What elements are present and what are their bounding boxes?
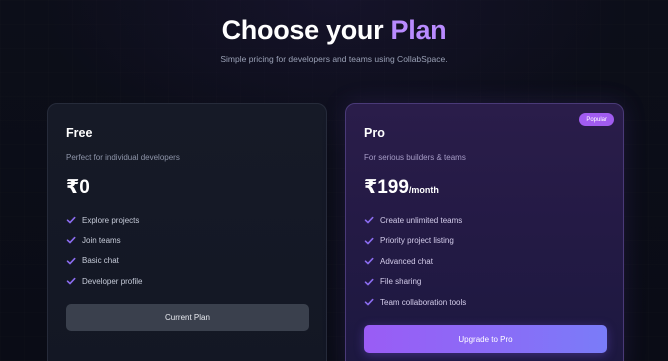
feature-item: Basic chat — [66, 255, 142, 267]
plan-price: ₹199/month — [364, 176, 439, 199]
check-icon — [66, 215, 78, 225]
price-amount: ₹0 — [66, 177, 90, 198]
plan-price: ₹0 — [66, 176, 90, 199]
page-title: Choose your Plan — [0, 12, 668, 48]
plan-card-free: Free Perfect for individual developers ₹… — [47, 103, 327, 361]
feature-label: Create unlimited teams — [380, 215, 463, 225]
check-icon — [364, 236, 376, 246]
feature-label: Join teams — [82, 235, 121, 245]
feature-item: Explore projects — [66, 214, 142, 226]
check-icon — [66, 235, 78, 245]
title-main: Choose your — [221, 15, 384, 45]
check-icon — [364, 256, 376, 266]
check-icon — [364, 297, 376, 307]
feature-label: Developer profile — [82, 276, 143, 286]
popular-badge: Popular — [579, 113, 614, 126]
feature-label: Basic chat — [82, 256, 119, 266]
feature-label: Explore projects — [82, 215, 140, 225]
check-icon — [66, 276, 78, 286]
feature-item: Advanced chat — [364, 255, 466, 267]
check-icon — [364, 215, 376, 225]
price-amount: ₹199 — [364, 177, 409, 198]
feature-item: Join teams — [66, 234, 142, 246]
price-period: /month — [408, 185, 439, 195]
pricing-page: Choose your Plan Simple pricing for deve… — [0, 0, 668, 361]
feature-label: File sharing — [380, 277, 422, 286]
page-subtitle: Simple pricing for developers and teams … — [220, 54, 448, 64]
feature-item: Priority project listing — [364, 235, 466, 247]
feature-label: Priority project listing — [380, 236, 454, 245]
feature-label: Advanced chat — [380, 256, 433, 266]
feature-list: Create unlimited teams Priority project … — [364, 214, 466, 317]
check-icon — [66, 256, 78, 266]
feature-item: Developer profile — [66, 275, 142, 287]
current-plan-button[interactable]: Current Plan — [66, 304, 309, 331]
check-icon — [364, 277, 376, 287]
feature-list: Explore projects Join teams Basic chat D… — [66, 214, 142, 296]
plan-name: Free — [66, 126, 93, 140]
title-accent: Plan — [390, 15, 447, 45]
upgrade-button[interactable]: Upgrade to Pro — [364, 325, 607, 353]
feature-item: Team collaboration tools — [364, 296, 466, 308]
plan-name: Pro — [364, 126, 385, 140]
feature-item: Create unlimited teams — [364, 214, 466, 226]
plan-description: Perfect for individual developers — [66, 153, 180, 162]
pricing-header: Choose your Plan Simple pricing for deve… — [0, 12, 668, 64]
plan-description: For serious builders & teams — [364, 153, 466, 162]
feature-label: Team collaboration tools — [380, 297, 467, 307]
plan-card-pro: Popular Pro For serious builders & teams… — [345, 103, 624, 361]
feature-item: File sharing — [364, 276, 466, 288]
